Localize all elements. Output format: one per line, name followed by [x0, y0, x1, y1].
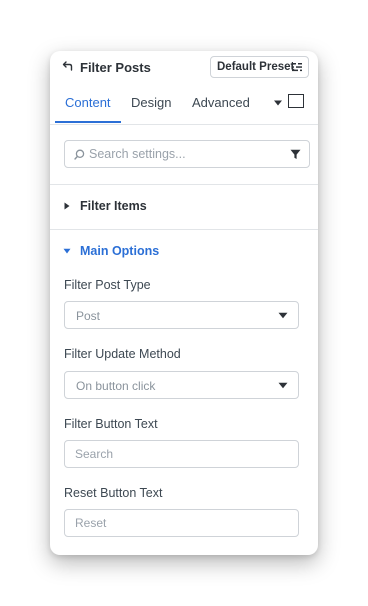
chevron-down-icon [278, 312, 288, 319]
update-method-select[interactable]: On button click [64, 371, 299, 399]
default-preset-button[interactable]: Default Preset [210, 56, 309, 78]
reset-button-text-field [64, 509, 299, 537]
section-label: Main Options [80, 244, 160, 258]
preset-label: Default Preset [217, 61, 295, 73]
section-toggle-filter-items[interactable]: Filter Items [63, 199, 147, 213]
field-label: Filter Post Type [64, 278, 151, 292]
caret-down-icon [63, 248, 71, 254]
tab-design[interactable]: Design [131, 95, 171, 110]
active-tab-indicator [55, 121, 121, 123]
field-label: Reset Button Text [64, 486, 163, 500]
filter-icon[interactable] [290, 149, 301, 160]
search-input[interactable] [89, 141, 279, 167]
post-type-select[interactable]: Post [64, 301, 299, 329]
select-value: Post [76, 309, 101, 323]
panel-header: Filter Posts Default Preset [50, 51, 318, 85]
section-toggle-main-options[interactable]: Main Options [63, 244, 159, 258]
caret-right-icon [64, 202, 70, 210]
search-icon [74, 149, 85, 160]
panel-title: Filter Posts [80, 60, 151, 75]
settings-panel: Filter Posts Default Preset Content Desi… [50, 51, 318, 555]
preset-options-icon [292, 63, 302, 72]
chevron-down-icon [278, 382, 288, 389]
expand-panel-icon[interactable] [288, 94, 304, 108]
field-label: Filter Update Method [64, 347, 181, 361]
search-box [64, 140, 310, 168]
tab-content[interactable]: Content [65, 95, 111, 110]
filter-button-text-field [64, 440, 299, 468]
tab-bar: Content Design Advanced [50, 85, 318, 125]
tab-advanced[interactable]: Advanced [192, 95, 250, 110]
section-label: Filter Items [80, 199, 147, 213]
divider [50, 184, 318, 185]
select-value: On button click [76, 379, 156, 393]
divider [50, 229, 318, 230]
field-label: Filter Button Text [64, 417, 158, 431]
reset-button-text-input[interactable] [75, 510, 285, 536]
filter-button-text-input[interactable] [75, 441, 285, 467]
back-arrow-icon[interactable] [62, 60, 74, 72]
more-tabs-caret-icon[interactable] [273, 99, 283, 107]
